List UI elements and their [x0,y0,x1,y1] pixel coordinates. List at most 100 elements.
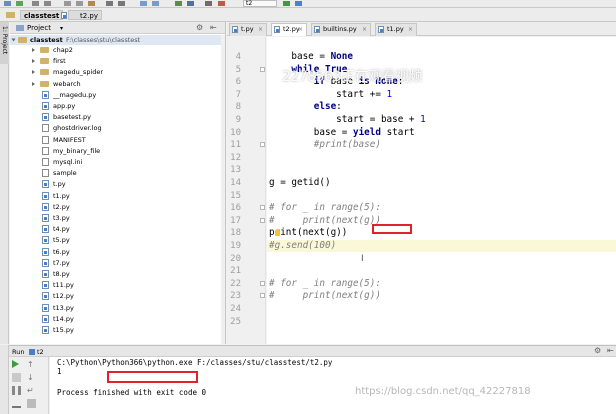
copy-icon[interactable] [76,1,83,6]
tree-file-row[interactable]: basetest.py [10,112,225,123]
tree-item-label: ghostdriver.log [53,124,102,133]
wrap-icon[interactable]: ↵ [27,386,36,395]
gear-icon[interactable]: ⚙ [594,346,601,355]
tree-file-row[interactable]: my_binary_file [10,146,225,157]
fold-marker-icon[interactable] [260,217,265,223]
down-arrow-icon[interactable]: ↓ [27,373,36,382]
tree-file-row[interactable]: t3.py [10,213,225,224]
build-icon[interactable] [175,1,182,6]
forward-icon[interactable] [152,1,159,6]
scroll-end-icon[interactable] [12,399,21,408]
tree-file-row[interactable]: t13.py [10,303,225,314]
fold-marker-icon[interactable] [260,142,265,148]
tree-file-row[interactable]: t14.py [10,314,225,325]
close-tab-icon[interactable]: × [408,24,413,35]
tree-folder-row[interactable]: first [10,56,225,67]
close-tab-icon[interactable]: × [258,24,263,35]
folder-icon [40,80,49,87]
close-tab-icon[interactable]: × [298,24,303,35]
console-command-line: C:\Python\Python366\python.exe F:/classe… [57,358,333,367]
tree-file-row[interactable]: t11.py [10,280,225,291]
tree-file-row[interactable]: t8.py [10,269,225,280]
cut-icon[interactable] [64,1,71,6]
tree-file-row[interactable]: ghostdriver.log [10,123,225,134]
tree-file-row[interactable]: MANIFEST [10,135,225,146]
tree-file-row[interactable]: mysql.ini [10,157,225,168]
settings-icon[interactable] [187,1,194,6]
expand-arrow-icon[interactable] [32,70,35,75]
hide-icon[interactable]: ⇤ [210,23,217,32]
print-icon[interactable] [27,399,36,408]
tree-file-row[interactable]: __magedu.py [10,90,225,101]
stop-icon[interactable] [12,373,21,382]
fold-marker-icon[interactable] [260,205,265,211]
expand-arrow-icon[interactable] [32,48,35,52]
python-file-icon [42,214,49,222]
python-file-icon [314,26,320,33]
back-icon[interactable] [140,1,147,6]
fold-marker-icon[interactable] [260,293,265,299]
editor-tab-label: t1.py [387,25,404,33]
replace-icon[interactable] [118,1,125,6]
editor-tab[interactable]: t1.py × [375,23,417,36]
tree-file-row[interactable]: t4.py [10,224,225,235]
tree-item-label: t5.py [53,236,70,245]
tree-folder-row[interactable]: chap2 [10,45,225,56]
debug-icon[interactable] [295,1,302,6]
tree-file-row[interactable]: sample [10,168,225,179]
fold-marker-icon[interactable] [260,280,265,286]
line-number: 18 [230,228,241,239]
breadcrumb: classtest t2.py [0,8,616,22]
python-file-icon [42,113,49,122]
intention-bulb-icon[interactable] [275,229,280,236]
expand-arrow-icon[interactable] [32,81,35,86]
structure-icon[interactable] [205,1,212,6]
annotation-box [107,371,198,383]
vcs-icon[interactable] [218,1,225,6]
project-panel-title[interactable]: Project [27,24,51,32]
run-console[interactable]: C:\Python\Python366\python.exe F:/classe… [50,357,616,414]
up-arrow-icon[interactable]: ↑ [27,360,36,369]
rerun-icon[interactable] [12,360,19,368]
sync-icon[interactable] [16,1,23,6]
run-config-name[interactable]: t2 [37,348,44,356]
close-tab-icon[interactable]: × [362,24,367,35]
hide-icon[interactable]: ⇤ [607,346,614,355]
expand-arrow-icon[interactable] [11,38,16,42]
breadcrumb-item-project[interactable]: classtest [20,10,64,20]
tree-file-row[interactable]: t7.py [10,258,225,269]
tree-file-row[interactable]: t5.py [10,235,225,246]
paste-icon[interactable] [88,1,95,6]
run-icon[interactable] [283,1,290,6]
tree-file-row[interactable]: t2.py [10,202,225,213]
tree-folder-row[interactable]: magedu_spider [10,67,225,78]
editor-tab[interactable]: builtins.py × [311,23,371,36]
tree-file-row[interactable]: t15.py [10,325,225,336]
tree-file-row[interactable]: app.py [10,101,225,112]
tree-folder-row[interactable]: webarch [10,79,225,90]
project-tool-tab[interactable]: 1: Project [0,22,9,64]
folder-icon [40,47,49,53]
run-config-select[interactable]: t2 [243,0,277,7]
project-root-row[interactable]: classtest F:\classes\stu\classtest [10,35,225,45]
editor-tab[interactable]: t.py × [229,23,267,36]
run-label[interactable]: Run [12,348,24,356]
fold-marker-icon[interactable] [260,66,265,72]
tree-file-row[interactable]: t6.py [10,247,225,258]
save-icon[interactable] [4,1,11,6]
tree-file-row[interactable]: t1.py [10,191,225,202]
tree-file-row[interactable]: t12.py [10,291,225,302]
find-icon[interactable] [106,1,113,6]
redo-icon[interactable] [44,1,51,6]
project-scrollbar[interactable] [221,35,225,344]
tree-file-row[interactable]: t.py [10,179,225,190]
pause-icon[interactable] [12,386,21,395]
code-line: # for _ in range(5): [269,202,381,214]
editor-tab[interactable]: t2.py × [271,23,307,36]
breadcrumb-item-file[interactable]: t2.py [68,10,103,20]
dropdown-icon[interactable]: ▾ [60,25,63,32]
undo-icon[interactable] [32,1,39,6]
expand-arrow-icon[interactable] [32,59,35,64]
gear-icon[interactable]: ⚙ [196,23,203,32]
line-number: 6 [235,77,241,88]
